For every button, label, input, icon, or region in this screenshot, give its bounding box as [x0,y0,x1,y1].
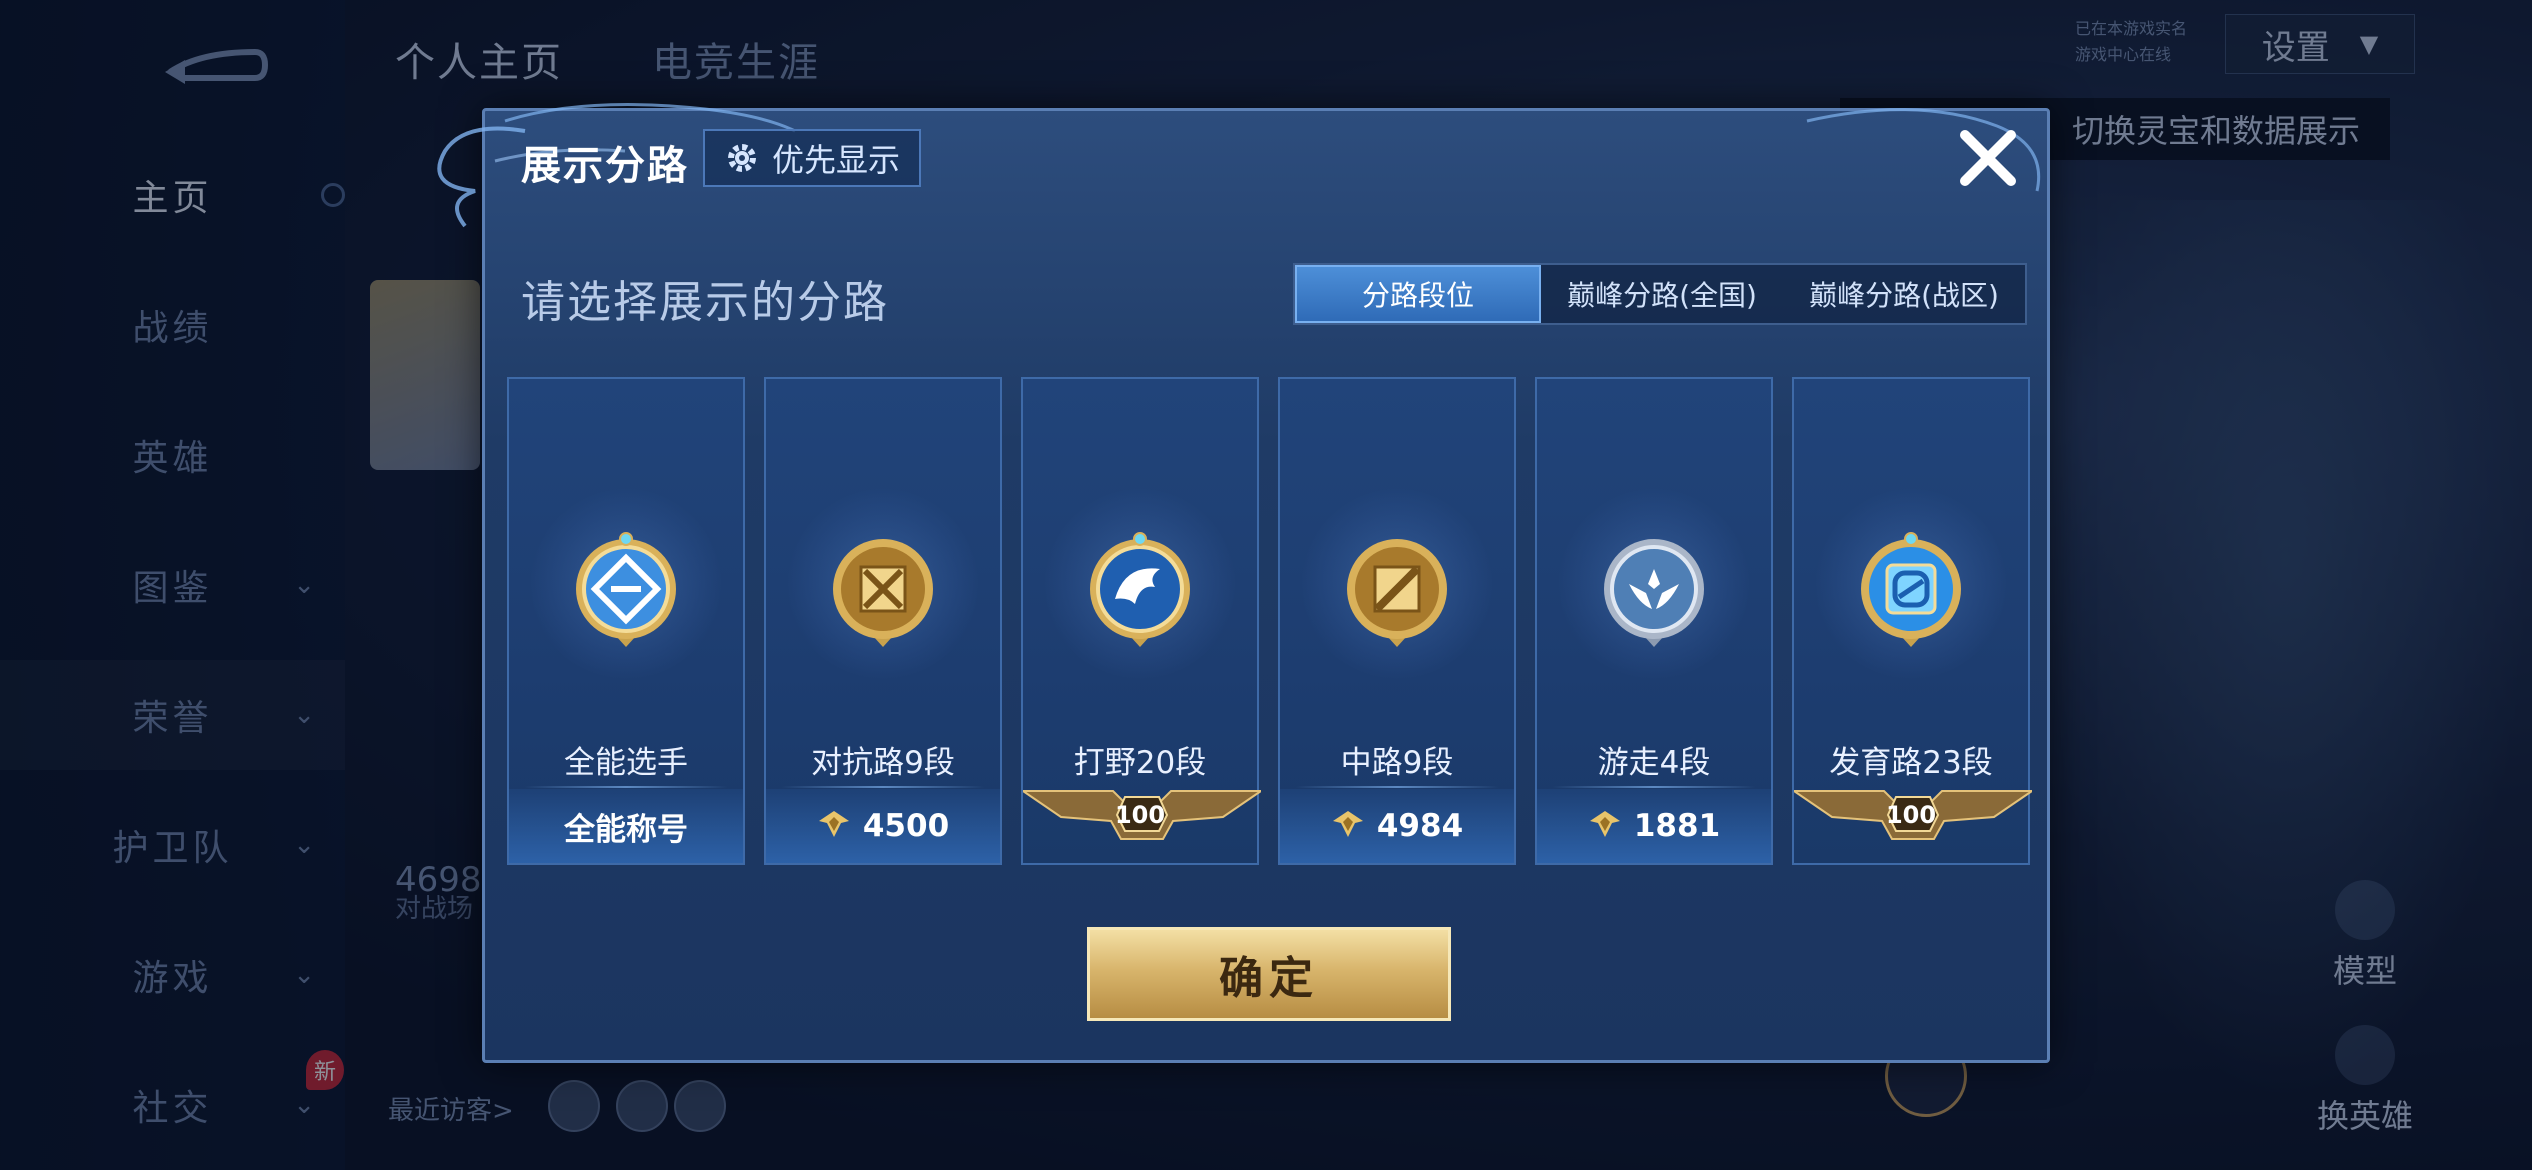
star-wings-plate: 100 [1019,787,1265,857]
priority-display-label: 优先显示 [771,141,900,179]
lane-card-roam[interactable]: 游走4段 1881 [1535,377,1773,865]
jungle-badge-icon [1080,529,1200,659]
lane-card-footer: 1881 [1537,789,1771,863]
close-icon [1960,130,2016,186]
display-lane-dialog: 展示分路 优先显示 请选择展示的分路 分路段位 巅峰分路(全国) 巅峰分路(战区… [437,103,2050,1063]
lane-card-footer: 全能称号 [509,789,743,863]
lane-card-footer: 4984 [1280,789,1514,863]
gear-icon [727,144,756,172]
star-count: 100 [1114,801,1166,829]
tab-peak-lane-region[interactable]: 巅峰分路(战区) [1783,265,2025,323]
lane-points: 4500 [862,808,950,844]
star-wings-plate: 100 [1790,787,2036,857]
lane-card-name: 中路9段 [1340,745,1454,781]
confirm-button[interactable]: 确定 [1087,927,1451,1021]
tab-peak-lane-national[interactable]: 巅峰分路(全国) [1541,265,1783,323]
points-icon [1331,809,1365,843]
lane-card-mid[interactable]: 中路9段 4984 [1278,377,1516,865]
lane-card-title: 全能称号 [564,811,688,848]
tab-lane-rank[interactable]: 分路段位 [1295,265,1541,323]
lane-tabs: 分路段位 巅峰分路(全国) 巅峰分路(战区) [1293,263,2027,325]
clash-lane-badge-icon [823,529,943,659]
lane-cards: 全能选手 全能称号 对抗路9段 4500 打野20段 100 中路9段 4984… [507,377,2036,865]
points-icon [1588,809,1622,843]
roam-badge-icon [1594,529,1714,659]
lane-card-name: 对抗路9段 [811,745,955,781]
lane-card-name: 游走4段 [1597,745,1711,781]
farm-lane-badge-icon [1851,529,1971,659]
lane-card-name: 打野20段 [1073,745,1207,781]
lane-card-footer: 4500 [766,789,1000,863]
lane-points: 1881 [1633,808,1721,844]
mid-lane-badge-icon [1337,529,1457,659]
dialog-subtitle: 请选择展示的分路 [521,277,889,328]
lane-card-farm[interactable]: 发育路23段 100 [1790,377,2036,865]
lane-card-name: 全能选手 [564,745,688,781]
lane-card-all-round[interactable]: 全能选手 全能称号 [507,377,745,865]
close-button[interactable] [1953,123,2023,193]
all-round-badge-icon [566,529,686,659]
lane-card-jungle[interactable]: 打野20段 100 [1019,377,1265,865]
priority-display-button[interactable]: 优先显示 [703,129,921,187]
star-count: 100 [1885,801,1937,829]
lane-points: 4984 [1376,808,1464,844]
lane-card-clash[interactable]: 对抗路9段 4500 [764,377,1002,865]
points-icon [817,809,851,843]
dialog-title: 展示分路 [521,143,689,189]
lane-card-name: 发育路23段 [1829,745,1993,781]
